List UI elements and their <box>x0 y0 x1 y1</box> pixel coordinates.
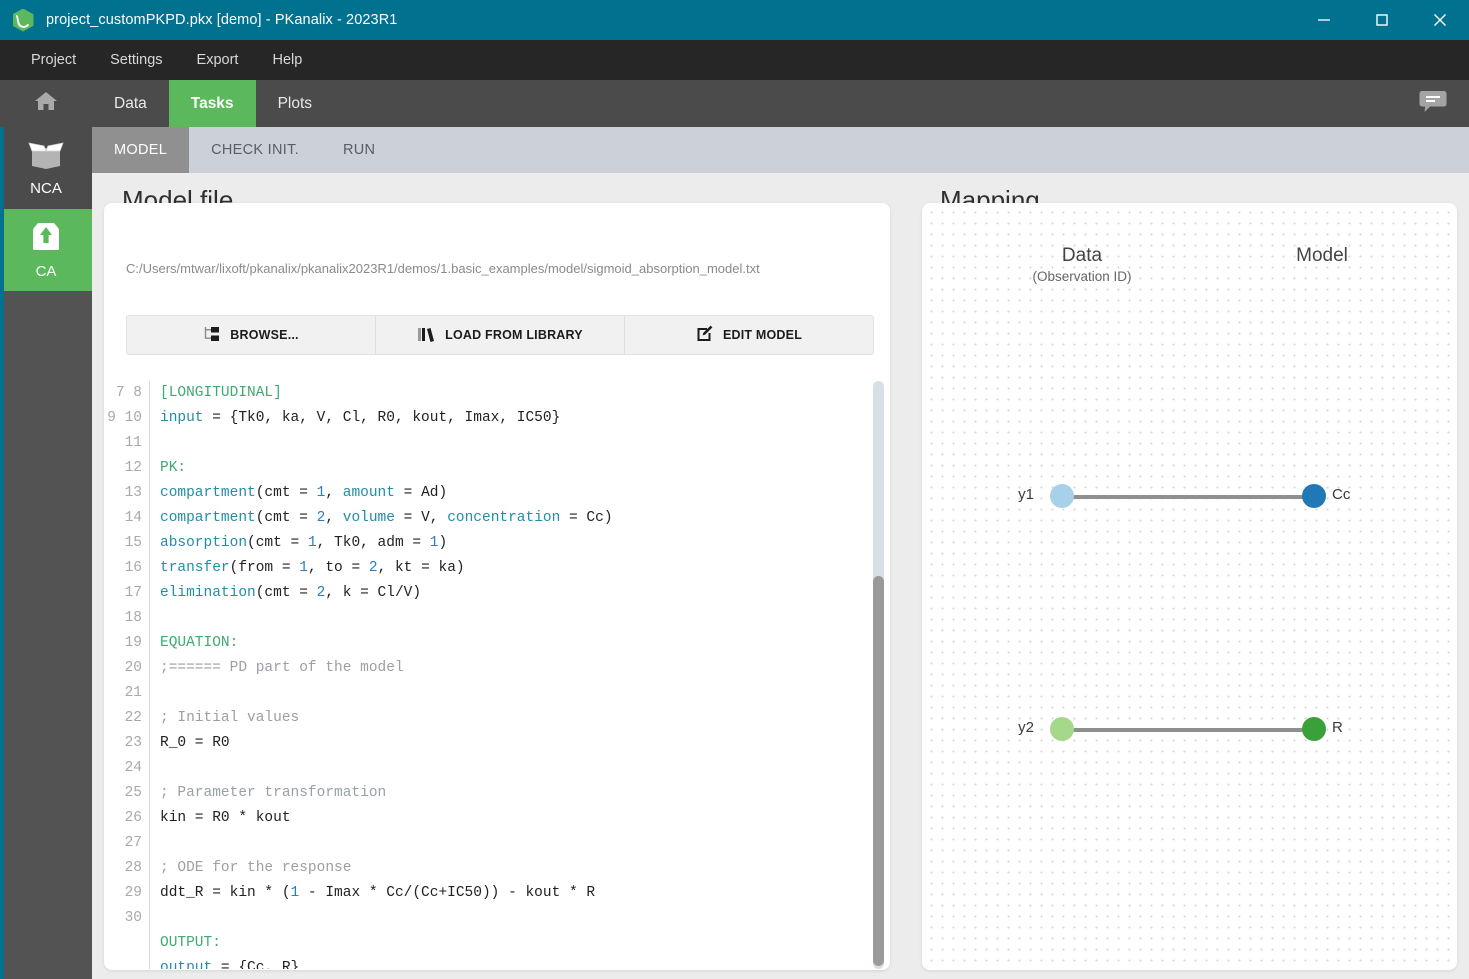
nav-tab-plots[interactable]: Plots <box>256 80 334 127</box>
title-bar: project_customPKPD.pkx [demo] - PKanalix… <box>0 0 1469 40</box>
upload-box-icon <box>29 221 63 258</box>
chat-bubble-icon <box>1419 89 1447 119</box>
load-from-library-label: LOAD FROM LIBRARY <box>445 328 583 342</box>
sidebar-item-label-ca: CA <box>35 262 57 280</box>
mapping-link-2[interactable] <box>1062 728 1314 732</box>
edit-model-label: EDIT MODEL <box>722 328 803 342</box>
tab-run[interactable]: RUN <box>321 127 397 173</box>
sidebar-item-nca[interactable]: NCA <box>0 127 92 209</box>
pencil-edit-icon <box>696 325 713 345</box>
mapping-column-data: Data (Observation ID) <box>962 245 1202 284</box>
home-button[interactable] <box>0 80 92 127</box>
mapping-row-y2: y2 R <box>922 712 1457 746</box>
maximize-button[interactable] <box>1353 0 1411 40</box>
browse-button[interactable]: BROWSE... <box>127 316 376 354</box>
window-controls <box>1295 0 1469 40</box>
task-tab-bar: MODEL CHECK INIT. RUN <box>92 127 1469 173</box>
mapping-node-data-1[interactable] <box>1050 484 1074 508</box>
menu-item-settings[interactable]: Settings <box>93 40 179 80</box>
left-sidebar: NCA CA <box>0 127 92 979</box>
nav-tab-tasks[interactable]: Tasks <box>168 80 256 127</box>
mapping-node-data-2[interactable] <box>1050 717 1074 741</box>
mapping-model-label: Model <box>1296 245 1348 266</box>
comments-button[interactable] <box>1411 80 1455 127</box>
model-code-editor[interactable]: 7 8 9 10 11 12 13 14 15 16 17 18 19 20 2… <box>105 381 889 969</box>
mapping-row-data-label-1: y1 <box>1018 486 1034 503</box>
sidebar-item-ca[interactable]: CA <box>0 209 92 291</box>
app-logo <box>0 8 46 32</box>
mapping-data-label: Data <box>1061 245 1103 266</box>
menu-item-export[interactable]: Export <box>180 40 256 80</box>
browse-button-label: BROWSE... <box>230 328 299 342</box>
mapping-data-sublabel: (Observation ID) <box>1032 269 1132 284</box>
close-button[interactable] <box>1411 0 1469 40</box>
sidebar-item-label-nca: NCA <box>30 179 62 197</box>
mapping-node-model-1[interactable] <box>1302 484 1326 508</box>
mapping-row-data-label-2: y2 <box>1018 719 1034 736</box>
window-title: project_customPKPD.pkx [demo] - PKanalix… <box>46 12 398 28</box>
menu-bar: Project Settings Export Help <box>0 40 1469 80</box>
content-area: Model file C:/Users/mtwar/lixoft/pkanali… <box>92 173 1469 973</box>
menu-item-project[interactable]: Project <box>14 40 93 80</box>
scrollbar-thumb[interactable] <box>873 576 884 966</box>
mapping-card: Data (Observation ID) Model y1 Cc y2 R <box>922 203 1457 970</box>
pkanalix-hexagon-icon <box>12 8 34 32</box>
open-box-icon <box>26 140 66 175</box>
nav-tab-data[interactable]: Data <box>92 80 169 127</box>
folder-tree-icon <box>203 326 220 345</box>
mapping-row-model-label-2: R <box>1332 719 1343 736</box>
mapping-row-y1: y1 Cc <box>922 479 1457 513</box>
books-icon <box>417 326 435 345</box>
tab-check-init[interactable]: CHECK INIT. <box>189 127 321 173</box>
mapping-link-1[interactable] <box>1062 495 1314 499</box>
sidebar-accent-edge <box>0 127 4 979</box>
model-file-toolbar: BROWSE... LOAD FROM LIBRARY EDIT MODEL <box>126 315 874 355</box>
minimize-button[interactable] <box>1295 0 1353 40</box>
editor-code-content: [LONGITUDINAL] input = {Tk0, ka, V, Cl, R… <box>160 385 613 969</box>
application-window: project_customPKPD.pkx [demo] - PKanalix… <box>0 0 1469 979</box>
model-file-card: C:/Users/mtwar/lixoft/pkanalix/pkanalix2… <box>104 203 890 970</box>
mapping-node-model-2[interactable] <box>1302 717 1326 741</box>
tab-model[interactable]: MODEL <box>92 127 190 173</box>
home-icon <box>33 89 59 118</box>
edit-model-button[interactable]: EDIT MODEL <box>625 316 873 354</box>
editor-vertical-scrollbar[interactable] <box>873 381 884 969</box>
navigation-bar: Data Tasks Plots <box>0 80 1469 127</box>
mapping-row-model-label-1: Cc <box>1332 486 1351 503</box>
mapping-column-model: Model <box>1222 245 1422 267</box>
model-file-path: C:/Users/mtwar/lixoft/pkanalix/pkanalix2… <box>126 261 760 276</box>
menu-item-help[interactable]: Help <box>255 40 319 80</box>
editor-line-numbers: 7 8 9 10 11 12 13 14 15 16 17 18 19 20 2… <box>105 381 150 969</box>
load-from-library-button[interactable]: LOAD FROM LIBRARY <box>376 316 625 354</box>
